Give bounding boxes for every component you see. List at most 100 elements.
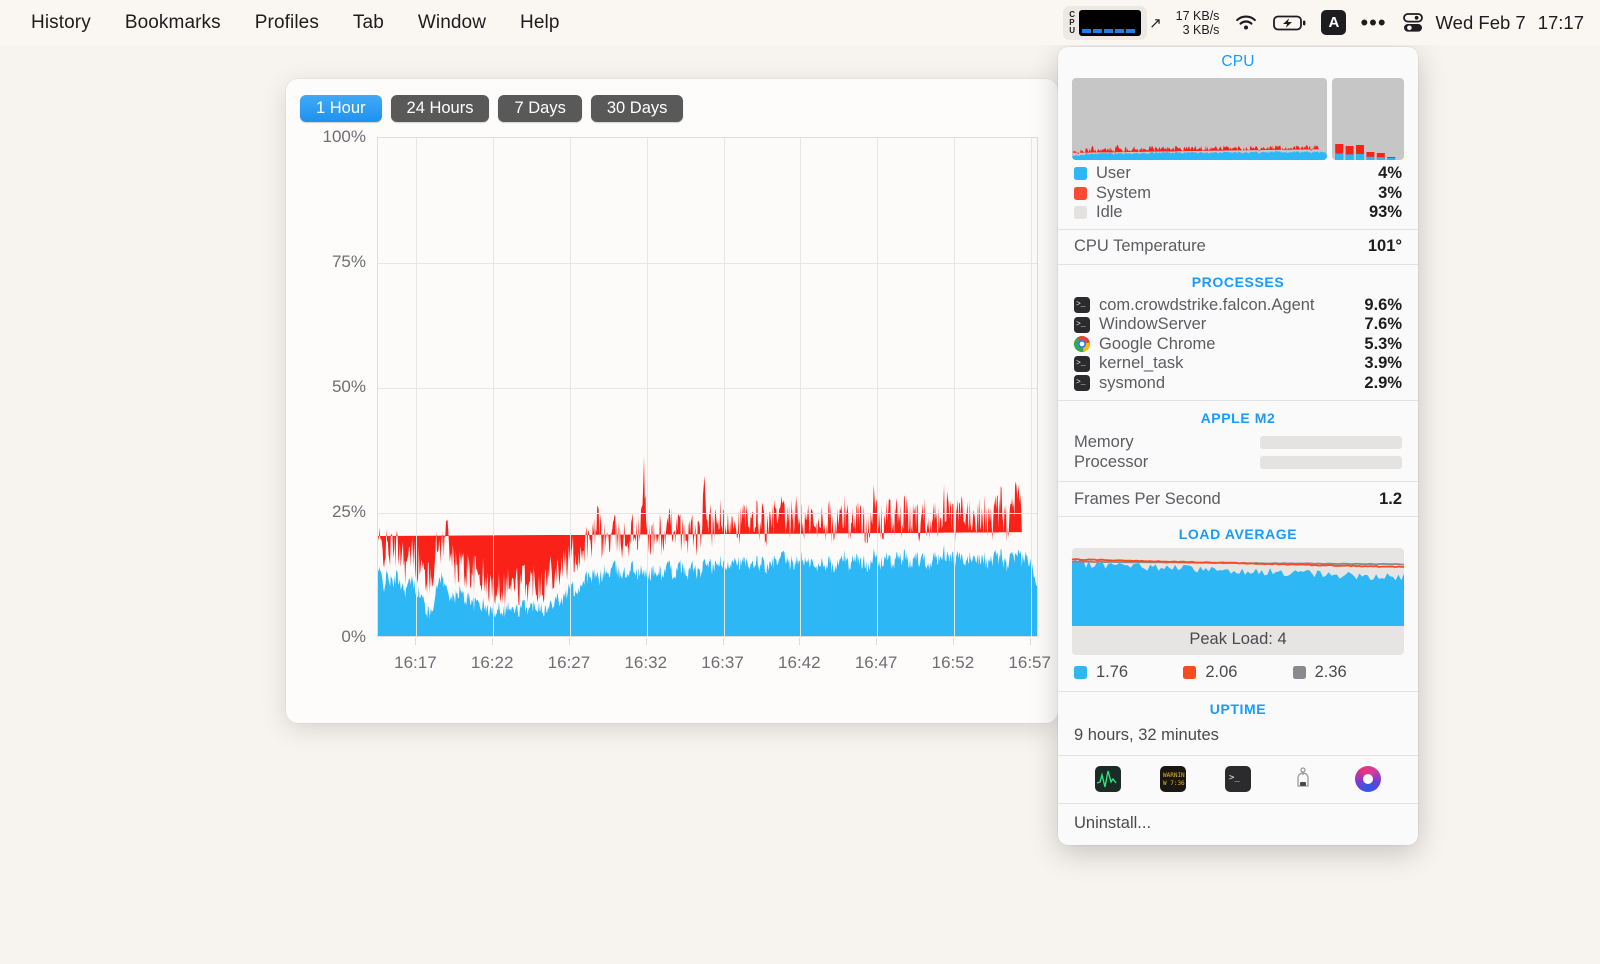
more-options-icon[interactable]: ••• — [1353, 7, 1393, 39]
gridline — [570, 138, 571, 636]
gridline — [1031, 138, 1032, 636]
chip-section-title: APPLE M2 — [1058, 401, 1418, 432]
menu-item-history[interactable]: History — [14, 9, 108, 37]
load-average-svg — [1072, 548, 1404, 626]
terminal-icon — [1074, 297, 1090, 313]
menu-item-bookmarks[interactable]: Bookmarks — [108, 9, 238, 37]
peak-load-label: Peak Load: 4 — [1072, 626, 1404, 655]
x-axis-tick-label: 16:42 — [778, 653, 821, 673]
gridline — [954, 138, 955, 636]
time-range-tabs: 1 Hour 24 Hours 7 Days 30 Days — [286, 79, 1058, 122]
process-value: 2.9% — [1364, 374, 1402, 393]
control-center-icon[interactable] — [1394, 7, 1432, 39]
cpu-mini-graph-history — [1072, 78, 1327, 160]
cpu-widget-label: C P U — [1069, 11, 1075, 35]
gridline — [877, 138, 878, 636]
process-row[interactable]: sysmond 2.9% — [1058, 374, 1418, 394]
tab-7-days[interactable]: 7 Days — [498, 95, 581, 122]
svg-text:W 7:36: W 7:36 — [1163, 780, 1185, 787]
cpu-legend-user: User 4% — [1058, 164, 1418, 184]
console-icon[interactable]: WARNIN W 7:36 — [1160, 766, 1186, 792]
processor-label: Processor — [1074, 453, 1148, 472]
process-row[interactable]: kernel_task 3.9% — [1058, 354, 1418, 374]
load-5min-value: 2.06 — [1205, 663, 1237, 682]
menu-item-window[interactable]: Window — [401, 9, 503, 37]
process-row[interactable]: Google Chrome 5.3% — [1058, 335, 1418, 355]
gridline — [416, 138, 417, 636]
menu-bar-time: 17:17 — [1538, 12, 1584, 34]
process-value: 9.6% — [1364, 296, 1402, 315]
cpu-widget-display — [1079, 10, 1141, 36]
cpu-temperature-value: 101° — [1368, 237, 1402, 256]
uptime-value: 9 hours, 32 minutes — [1058, 723, 1418, 755]
tab-30-days[interactable]: 30 Days — [591, 95, 684, 122]
menu-item-tab[interactable]: Tab — [336, 9, 401, 37]
activity-monitor-icon[interactable] — [1095, 766, 1121, 792]
load-average-legend: 1.76 2.06 2.36 — [1058, 655, 1418, 691]
load-legend-5min: 2.06 — [1183, 663, 1292, 682]
axis-tick — [1030, 638, 1031, 645]
process-value: 7.6% — [1364, 315, 1402, 334]
safari-icon[interactable] — [1355, 766, 1381, 792]
memory-usage-row: Memory — [1058, 432, 1418, 452]
axis-tick — [415, 638, 416, 645]
network-download-speed: 17 KB/s — [1176, 9, 1220, 23]
menu-item-help[interactable]: Help — [503, 9, 576, 37]
uninstall-button[interactable]: Uninstall... — [1058, 804, 1418, 845]
load-legend-1min: 1.76 — [1074, 663, 1183, 682]
cpu-temperature-label: CPU Temperature — [1074, 237, 1206, 256]
disk-utility-icon[interactable] — [1290, 766, 1316, 792]
terminal-icon[interactable]: >_ — [1225, 766, 1251, 792]
axis-tick — [492, 638, 493, 645]
cpu-legend-user-value: 4% — [1378, 164, 1402, 183]
x-axis-tick-label: 16:22 — [471, 653, 514, 673]
network-upload-speed: 3 KB/s — [1176, 23, 1220, 37]
gridline — [800, 138, 801, 636]
load-average-graph: Peak Load: 4 — [1072, 548, 1404, 655]
menu-bar-clock[interactable]: Wed Feb 7 17:17 — [1432, 12, 1584, 34]
x-axis-tick-label: 16:27 — [548, 653, 591, 673]
cpu-legend-idle: Idle 93% — [1058, 203, 1418, 223]
input-source-indicator[interactable]: A — [1314, 7, 1353, 39]
cpu-temperature-row: CPU Temperature 101° — [1058, 230, 1418, 264]
process-name: sysmond — [1099, 374, 1165, 393]
chrome-icon — [1074, 336, 1090, 352]
tab-24-hours[interactable]: 24 Hours — [391, 95, 490, 122]
cpu-mini-graph-svg — [1072, 78, 1327, 160]
menu-bar-date: Wed Feb 7 — [1436, 12, 1526, 34]
battery-charging-icon[interactable] — [1266, 7, 1314, 39]
x-axis-tick-label: 16:37 — [701, 653, 744, 673]
process-row[interactable]: WindowServer 7.6% — [1058, 315, 1418, 335]
cpu-meter-widget[interactable]: C P U ↗ — [1056, 7, 1168, 39]
load-1min-value: 1.76 — [1096, 663, 1128, 682]
input-source-badge: A — [1321, 10, 1346, 35]
process-name: kernel_task — [1099, 354, 1183, 373]
process-name: com.crowdstrike.falcon.Agent — [1099, 296, 1315, 315]
network-speed-indicator[interactable]: 17 KB/s 3 KB/s — [1169, 7, 1227, 39]
cpu-legend-system-value: 3% — [1378, 184, 1402, 203]
tab-1-hour[interactable]: 1 Hour — [300, 95, 382, 122]
process-value: 3.9% — [1364, 354, 1402, 373]
gridline — [378, 388, 1037, 389]
load-15min-value: 2.36 — [1315, 663, 1347, 682]
load-average-canvas — [1072, 548, 1404, 626]
cpu-mini-graph-cores — [1332, 78, 1404, 160]
process-row[interactable]: com.crowdstrike.falcon.Agent 9.6% — [1058, 296, 1418, 316]
x-axis-tick-label: 16:32 — [624, 653, 667, 673]
cpu-legend: User 4% System 3% Idle 93% — [1058, 160, 1418, 229]
axis-tick — [569, 638, 570, 645]
load-15min-swatch — [1293, 666, 1306, 679]
wifi-icon[interactable] — [1226, 7, 1266, 39]
system-monitor-panel: CPU User 4% System 3% Idle 93% CPU Tempe… — [1058, 47, 1418, 845]
processor-usage-row: Processor — [1058, 452, 1418, 472]
memory-bar-track — [1260, 436, 1402, 449]
menu-item-profiles[interactable]: Profiles — [238, 9, 336, 37]
load-1min-swatch — [1074, 666, 1087, 679]
process-name: Google Chrome — [1099, 335, 1215, 354]
gridline — [493, 138, 494, 636]
y-axis-tick-label: 75% — [300, 252, 366, 272]
axis-tick — [876, 638, 877, 645]
memory-label: Memory — [1074, 433, 1134, 452]
process-name: WindowServer — [1099, 315, 1206, 334]
gridline — [724, 138, 725, 636]
